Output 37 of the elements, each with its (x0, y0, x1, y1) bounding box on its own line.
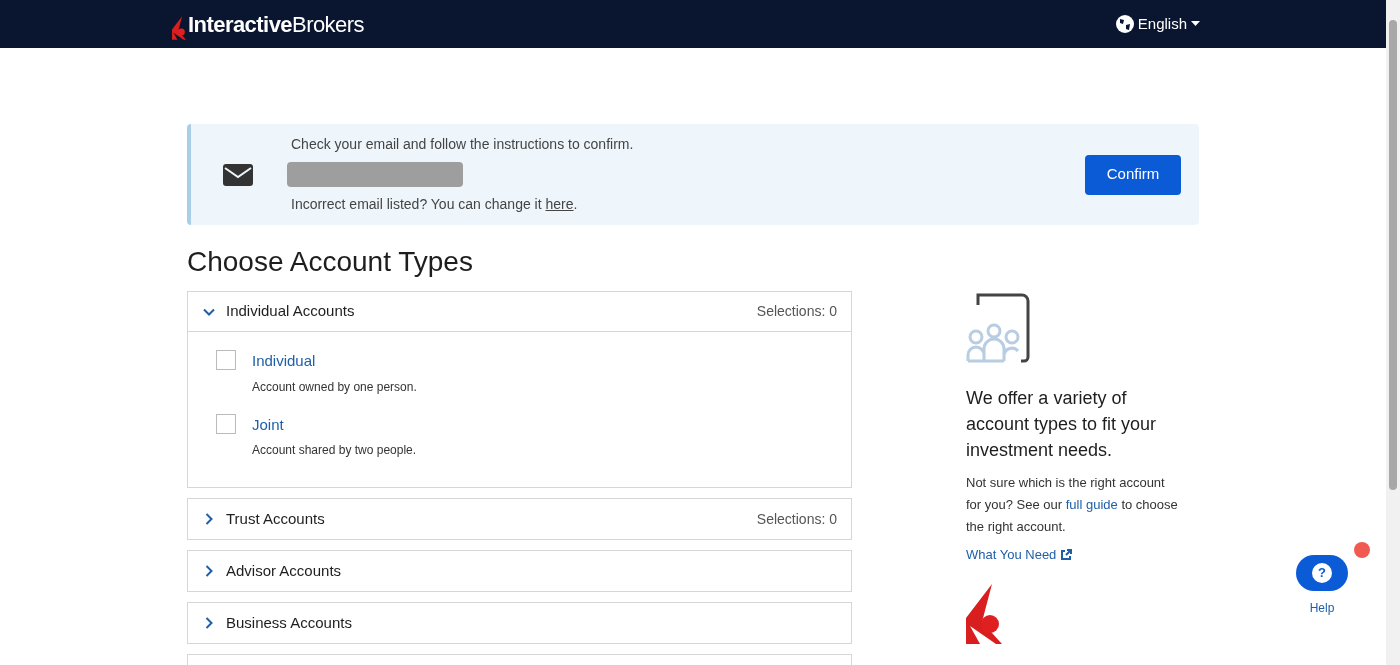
notification-dot-icon (1354, 542, 1370, 558)
external-link-icon (1060, 548, 1073, 561)
section-header[interactable]: Individual Accounts Selections: 0 (188, 292, 851, 332)
help-button[interactable]: ? (1296, 555, 1348, 591)
account-description: Account shared by two people. (252, 442, 417, 459)
full-guide-link[interactable]: full guide (1065, 497, 1118, 512)
selections-count: Selections: 0 (756, 302, 837, 321)
language-dropdown[interactable]: English (1115, 12, 1200, 36)
guide-text: Not sure which is the right account for you? See our full guide to choose the right account. (966, 474, 1179, 536)
caret-icon (1191, 21, 1200, 27)
what-you-need-link[interactable]: What You Need (966, 545, 1181, 565)
globe-icon (1115, 15, 1134, 33)
side-heading: We offer a variety of account types to fit your investment needs. (966, 387, 1158, 462)
section-title: Advisor Accounts (226, 560, 342, 581)
section-header[interactable]: Trust Accounts Selections: 0 (188, 499, 851, 539)
logo-mark-icon (172, 14, 186, 41)
account-type-link[interactable]: Individual (252, 350, 417, 373)
help-glyph: ? (1312, 563, 1332, 583)
confirm-button[interactable]: Confirm (1085, 154, 1181, 195)
account-description: Account owned by one person. (252, 378, 417, 396)
page-title: Choose Account Types (187, 245, 474, 279)
section-title: Business Accounts (226, 612, 352, 633)
section-title: Individual Accounts (226, 301, 355, 322)
help-label: Help (1309, 600, 1335, 617)
scrollbar[interactable] (1386, 0, 1400, 665)
envelope-icon (223, 163, 253, 186)
account-type-link[interactable]: Joint (252, 413, 417, 436)
section-header[interactable]: Business Accounts (188, 603, 851, 643)
selections-count: Selections: 0 (756, 509, 837, 529)
change-email-text: Incorrect email listed? You can change it here. (291, 195, 579, 214)
section-title: Trust Accounts (226, 508, 325, 529)
here-link[interactable]: here (545, 196, 574, 212)
checkbox[interactable] (216, 413, 236, 434)
checkbox[interactable] (216, 350, 236, 370)
logo[interactable]: InteractiveBrokers (172, 7, 364, 41)
notice-message: Check your email and follow the instructions to confirm. (291, 135, 634, 154)
section-header[interactable]: Advisor Accounts (188, 551, 851, 591)
